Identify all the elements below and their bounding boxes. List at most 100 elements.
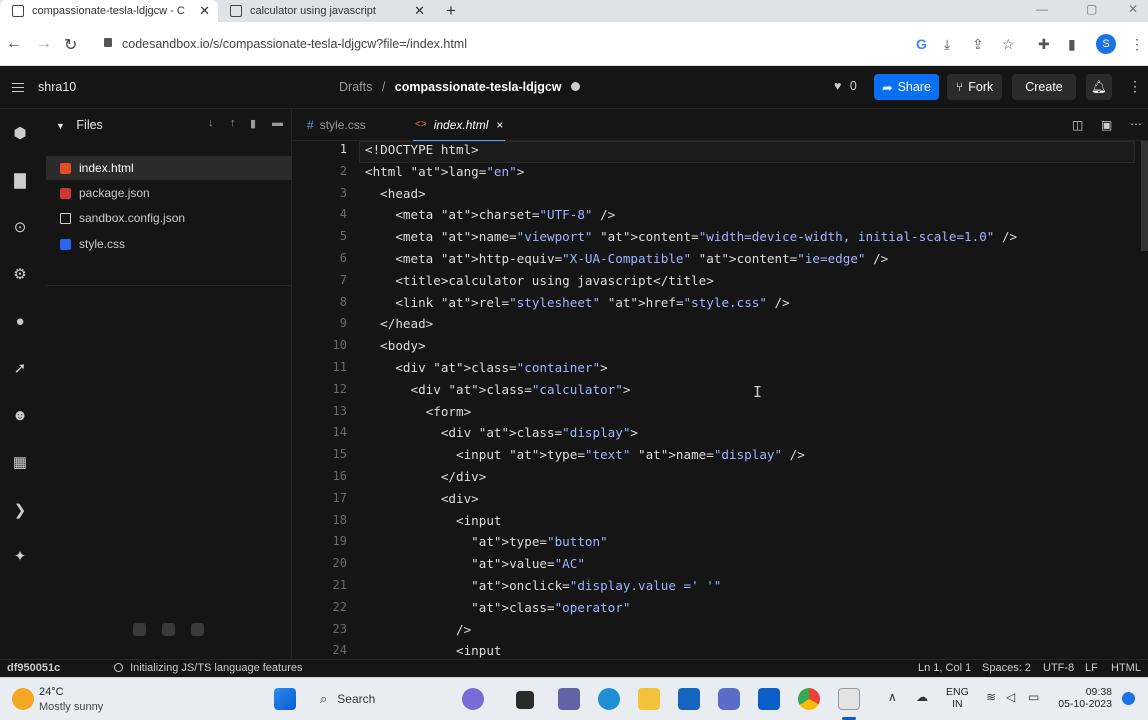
code-line[interactable]: <!DOCTYPE html> (365, 142, 479, 157)
chrome-icon[interactable] (798, 688, 820, 710)
workspace-user[interactable]: shra10 (38, 80, 76, 94)
close-tab-icon[interactable]: × (496, 118, 503, 132)
maximize-icon[interactable]: ▢ (1086, 2, 1097, 16)
files-header[interactable]: ▼ Files (56, 118, 103, 132)
code-editor[interactable]: 1 <!DOCTYPE html> 2 <html "at">lang="en"> 3 … (293, 141, 1148, 659)
download-icon[interactable]: ↓ (208, 117, 214, 129)
clock[interactable]: 09:38 05-10-2023 (1058, 686, 1112, 710)
file-package-json[interactable]: package.json (46, 181, 292, 205)
code-line[interactable]: </head> (365, 316, 433, 331)
line-ending[interactable]: LF (1085, 662, 1098, 674)
close-tab-icon[interactable]: ✕ (199, 3, 210, 19)
close-window-icon[interactable]: ✕ (1128, 2, 1138, 16)
fork-button[interactable]: ⑂ Fork (947, 74, 1002, 100)
discord-icon[interactable] (191, 623, 204, 636)
minimize-icon[interactable]: — (1036, 2, 1048, 16)
upload-icon[interactable]: ↑ (230, 117, 236, 129)
code-line[interactable]: <div "at">class="container"> (365, 360, 607, 375)
file-icon[interactable]: ▇ (10, 170, 30, 190)
volume-icon[interactable]: ◁ (1006, 690, 1015, 704)
taskbar-search[interactable]: ⌕ Search (310, 686, 450, 712)
windows-start-icon[interactable] (274, 688, 296, 710)
editor-scrollbar[interactable] (1141, 141, 1148, 251)
new-folder-icon[interactable]: ▬ (272, 117, 283, 129)
teams-chat-icon[interactable] (558, 688, 580, 710)
code-line[interactable]: <meta "at">name="viewport" "at">content=… (365, 229, 1017, 244)
forward-icon[interactable]: → (36, 35, 52, 53)
reload-icon[interactable]: ↻ (64, 35, 77, 55)
mail-icon[interactable] (678, 688, 700, 710)
twitter-icon[interactable] (133, 623, 146, 636)
task-view-icon[interactable] (516, 691, 534, 709)
split-view-icon[interactable]: ◫ (1072, 118, 1083, 132)
cube-icon[interactable]: ⬢ (10, 123, 30, 143)
language-indicator[interactable]: ENG IN (946, 686, 969, 710)
vscode-icon[interactable]: ❯ (10, 500, 30, 520)
copilot-icon[interactable] (462, 688, 484, 710)
wifi-icon[interactable]: ≋ (986, 690, 996, 704)
code-line[interactable]: <meta "at">charset="UTF-8" /> (365, 207, 615, 222)
browser-tab-active[interactable]: compassionate-tesla-ldjgcw - C ✕ (0, 0, 218, 22)
extensions-icon[interactable]: ✚ (1038, 36, 1050, 53)
gear-icon[interactable]: ⚙ (10, 264, 30, 284)
code-line[interactable]: "at">type="button" (365, 534, 608, 549)
create-button[interactable]: Create (1012, 74, 1076, 100)
users-icon[interactable]: ☻ (10, 405, 30, 425)
language-mode[interactable]: HTML (1111, 662, 1141, 674)
edge-icon[interactable] (598, 688, 620, 710)
preview-icon[interactable]: ▣ (1101, 118, 1112, 132)
share-button[interactable]: ➦ Share (874, 74, 939, 100)
cloud-icon[interactable]: ☁ (916, 690, 928, 704)
code-line[interactable]: <html "at">lang="en"> (365, 164, 524, 179)
code-line[interactable]: <input (365, 643, 502, 658)
snipping-tool-icon[interactable] (838, 688, 860, 710)
outlook-icon[interactable] (758, 688, 780, 710)
code-line[interactable]: <link "at">rel="stylesheet" "at">href="s… (365, 295, 789, 310)
weather-desc[interactable]: Mostly sunny (39, 701, 103, 713)
file-encoding[interactable]: UTF-8 (1043, 662, 1074, 674)
google-icon[interactable]: G (916, 36, 927, 52)
back-icon[interactable]: ← (6, 35, 22, 53)
sandbox-name[interactable]: compassionate-tesla-ldjgcw (395, 80, 562, 94)
code-line[interactable]: <body> (365, 338, 426, 353)
code-line[interactable]: <div> (365, 491, 479, 506)
profile-avatar[interactable]: S (1096, 34, 1116, 54)
code-line[interactable]: "at">class="operator" (365, 600, 630, 615)
code-line[interactable]: </div> (365, 469, 487, 484)
more-icon[interactable]: ⋯ (1130, 117, 1142, 131)
tab-index-html[interactable]: <> index.html × (413, 109, 506, 141)
new-file-icon[interactable]: ▮ (250, 117, 256, 130)
code-line[interactable]: <head> (365, 186, 426, 201)
hamburger-menu-icon[interactable] (12, 83, 24, 92)
battery-icon[interactable]: ▭ (1028, 690, 1039, 704)
code-line[interactable]: "at">value="AC" (365, 556, 585, 571)
cursor-position[interactable]: Ln 1, Col 1 (918, 662, 971, 674)
tab-style-css[interactable]: # style.css (307, 109, 366, 141)
code-line[interactable]: <input (365, 513, 502, 528)
sun-weather-icon[interactable] (12, 688, 34, 710)
code-line[interactable]: <form> (365, 404, 472, 419)
docker-icon[interactable]: ▦ (10, 452, 30, 472)
code-line[interactable]: <div "at">class="display"> (365, 425, 638, 440)
breadcrumb-drafts[interactable]: Drafts (339, 80, 372, 94)
install-icon[interactable]: ⤓ (944, 36, 950, 53)
file-sandbox-config[interactable]: sandbox.config.json (46, 206, 292, 230)
code-line[interactable]: <meta "at">http-equiv="X-UA-Compatible" … (365, 251, 888, 266)
bell-icon[interactable]: 🔔︎ (1086, 74, 1112, 100)
code-line[interactable]: "at">onclick="display.value =' '" (365, 578, 721, 593)
more-options-icon[interactable]: ⋮ (1128, 78, 1142, 95)
notification-icon[interactable] (1122, 692, 1135, 705)
side-panel-icon[interactable]: ▮ (1068, 36, 1076, 53)
bookmark-star-icon[interactable]: ☆ (1002, 36, 1015, 53)
rocket-icon[interactable]: ➚ (10, 358, 30, 378)
search-icon[interactable]: ⊙ (10, 217, 30, 237)
store-icon[interactable] (718, 688, 740, 710)
code-line[interactable]: /> (365, 622, 471, 637)
code-line[interactable]: <input "at">type="text" "at">name="displ… (365, 447, 805, 462)
url-field[interactable]: codesandbox.io/s/compassionate-tesla-ldj… (100, 30, 900, 58)
new-tab-button[interactable]: + (446, 1, 456, 21)
indent-spaces[interactable]: Spaces: 2 (982, 662, 1031, 674)
github-icon[interactable]: ● (10, 311, 30, 331)
weather-temp[interactable]: 24°C (39, 686, 64, 698)
code-line[interactable]: <title>calculator using javascript</titl… (365, 273, 713, 288)
